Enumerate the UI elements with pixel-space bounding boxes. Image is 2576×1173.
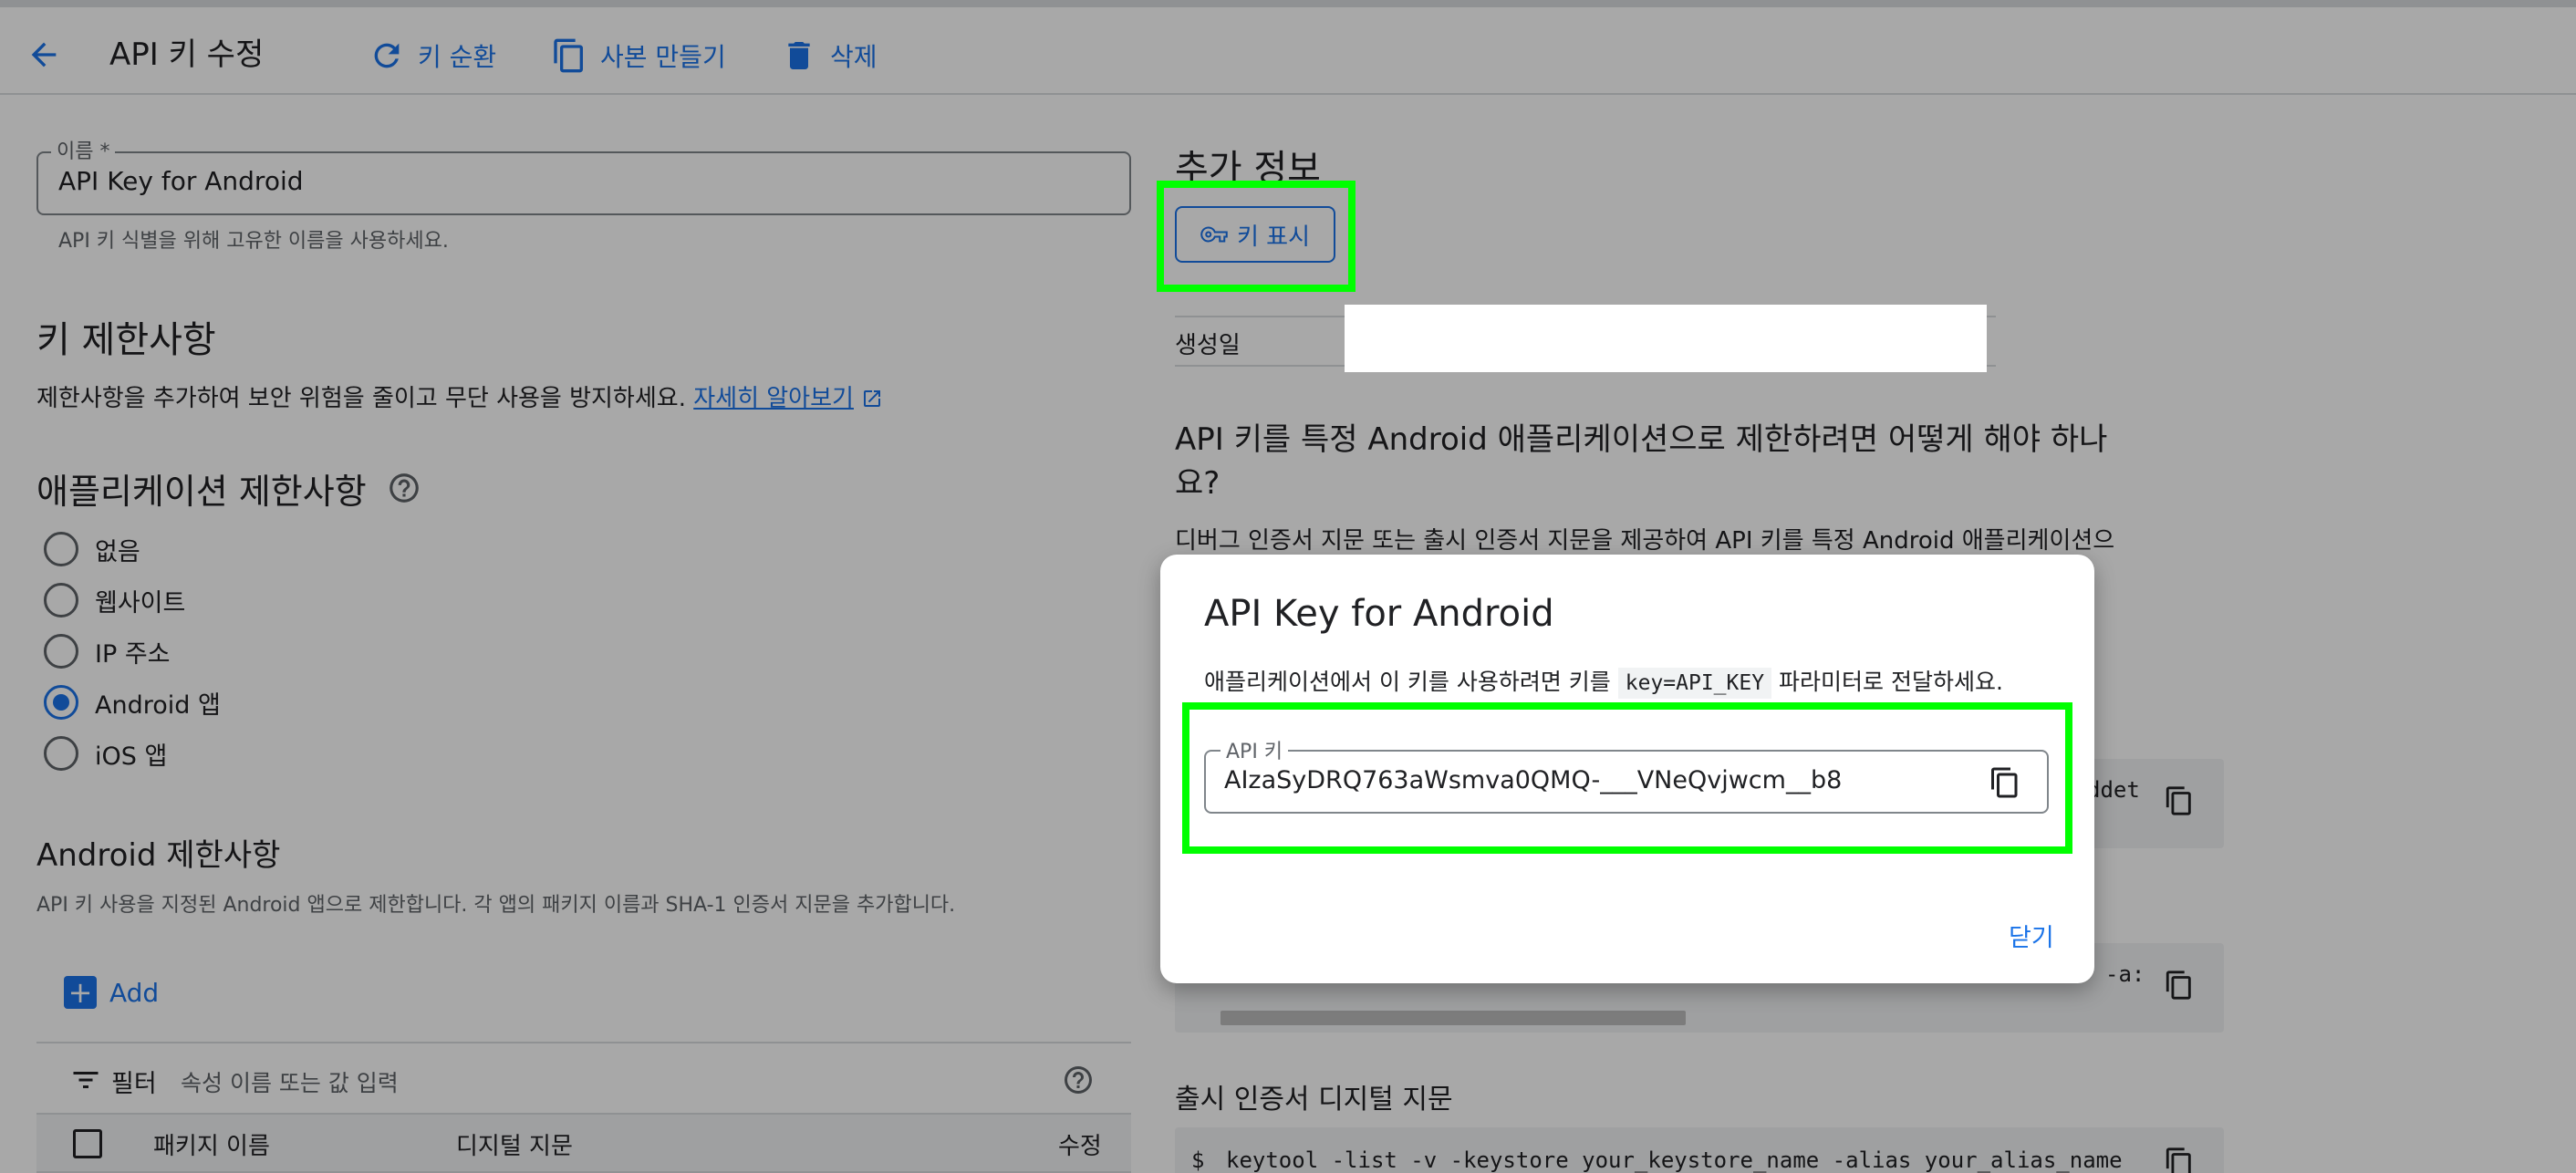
api-key-dialog: API Key for Android 애플리케이션에서 이 키를 사용하려면 … — [1160, 555, 2094, 983]
dialog-desc-before: 애플리케이션에서 이 키를 사용하려면 키를 — [1204, 669, 1611, 695]
dialog-title: API Key for Android — [1204, 593, 1554, 635]
dialog-desc-after: 파라미터로 전달하세요. — [1779, 669, 2003, 695]
close-button[interactable]: 닫기 — [2009, 918, 2054, 953]
copy-icon[interactable] — [1989, 764, 2021, 801]
created-value-redaction — [1345, 305, 1987, 372]
dialog-desc: 애플리케이션에서 이 키를 사용하려면 키를 key=API_KEY 파라미터로… — [1204, 664, 2003, 699]
dialog-desc-code: key=API_KEY — [1617, 668, 1772, 699]
api-key-value[interactable]: AIzaSyDRQ763aWsmva0QMQ-___VNeQvjwcm__b8 — [1224, 766, 1842, 794]
page: API 키 수정 키 순환 사본 만들기 삭제 이름 * API Key for… — [0, 0, 2576, 1173]
api-key-label: API 키 — [1220, 735, 1289, 764]
